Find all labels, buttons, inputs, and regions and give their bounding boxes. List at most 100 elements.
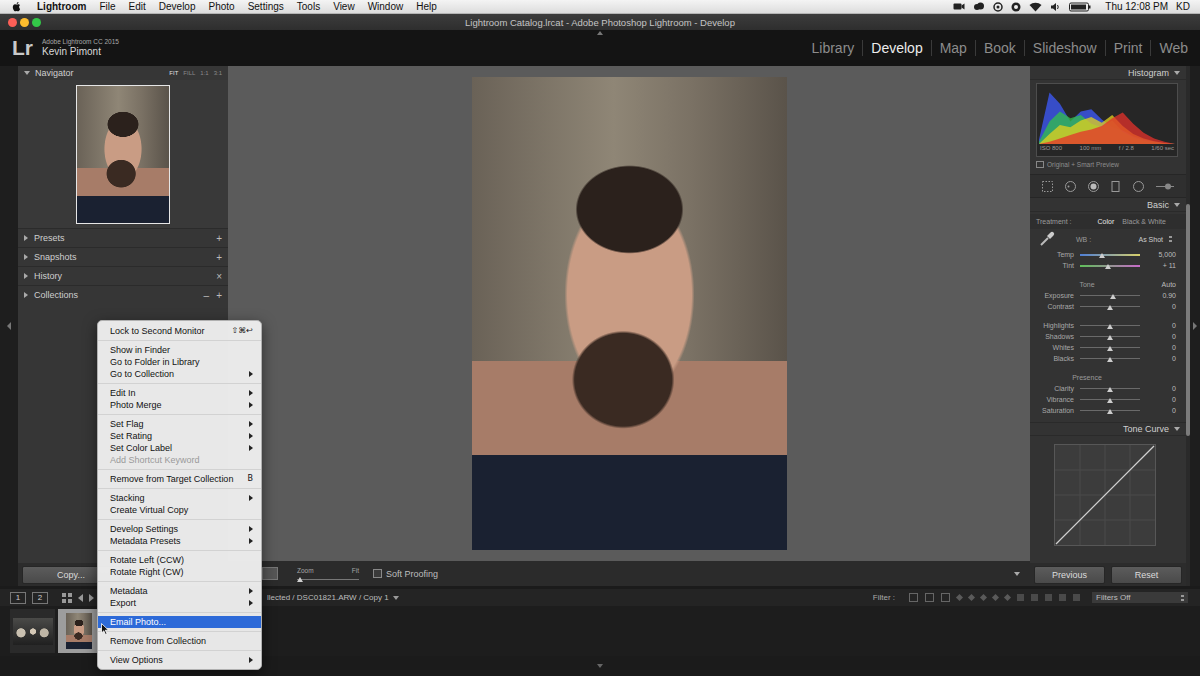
slider-value[interactable]: 0.90 — [1146, 292, 1176, 299]
module-tab[interactable]: Slideshow — [1024, 40, 1105, 56]
panel-section[interactable]: Snapshots+ — [18, 247, 228, 266]
star-filter-icon[interactable] — [980, 594, 987, 601]
star-filter-icon[interactable] — [992, 594, 999, 601]
slider-track[interactable] — [1080, 399, 1140, 400]
section-action[interactable]: – — [204, 290, 210, 301]
flag-filter-icon[interactable] — [941, 593, 950, 602]
zoom-option[interactable]: 3:1 — [214, 70, 222, 76]
context-menu-item[interactable]: Metadata Presets — [98, 535, 261, 547]
slider-value[interactable]: 0 — [1146, 322, 1176, 329]
tone-curve[interactable] — [1054, 444, 1156, 546]
slider-track[interactable] — [1080, 347, 1140, 348]
menu-item[interactable]: Edit — [129, 1, 146, 12]
soft-proofing-checkbox[interactable] — [373, 569, 382, 578]
sync-icon[interactable] — [993, 2, 1003, 12]
menu-item[interactable]: Window — [368, 1, 404, 12]
color-filter-icon[interactable] — [1045, 594, 1052, 601]
slider-value[interactable]: 0 — [1146, 396, 1176, 403]
volume-icon[interactable] — [1050, 2, 1061, 12]
navigator-header[interactable]: NavigatorFITFILL1:13:1 — [18, 66, 228, 80]
flag-filter-icon[interactable] — [925, 593, 934, 602]
section-action[interactable]: + — [216, 290, 222, 301]
flag-filter-icon[interactable] — [909, 593, 918, 602]
collapse-left-icon[interactable] — [7, 322, 11, 330]
module-tab[interactable]: Library — [804, 40, 863, 56]
module-tab[interactable]: Map — [931, 40, 975, 56]
source-path[interactable]: llected / DSC01821.ARW / Copy 1 — [267, 593, 399, 602]
slider-value[interactable]: 0 — [1146, 344, 1176, 351]
panel-section[interactable]: History× — [18, 266, 228, 285]
context-menu-item[interactable]: Go to Collection — [98, 368, 261, 380]
section-action[interactable]: + — [216, 233, 222, 244]
panel-section[interactable]: Collections–+ — [18, 285, 228, 304]
auto-button[interactable]: Auto — [1162, 281, 1186, 288]
filmstrip-cell[interactable] — [58, 609, 100, 653]
histogram-header[interactable]: Histogram — [1030, 66, 1186, 80]
graduated-filter-icon[interactable] — [1109, 180, 1122, 193]
menu-item[interactable]: File — [99, 1, 115, 12]
slider-knob[interactable] — [1107, 387, 1113, 392]
panel-button[interactable]: Previous — [1034, 566, 1105, 584]
menu-item[interactable]: Develop — [159, 1, 196, 12]
battery-icon[interactable] — [1069, 2, 1091, 12]
context-menu-item[interactable]: Metadata — [98, 585, 261, 597]
grid-icon[interactable] — [62, 593, 72, 603]
star-filter-icon[interactable] — [968, 594, 975, 601]
section-action[interactable]: + — [216, 252, 222, 263]
treatment-option[interactable]: Color — [1098, 218, 1115, 225]
basic-header[interactable]: Basic — [1030, 198, 1186, 212]
view-mode-button[interactable] — [262, 567, 278, 580]
collapse-right-icon[interactable] — [1193, 322, 1197, 330]
slider-track[interactable] — [1080, 410, 1140, 411]
toolbar-menu-icon[interactable] — [1014, 572, 1020, 576]
slider-track[interactable] — [1080, 325, 1140, 326]
slider-knob[interactable] — [1105, 264, 1111, 269]
zoom-slider[interactable] — [297, 579, 359, 580]
crop-icon[interactable] — [1041, 180, 1054, 193]
module-tab[interactable]: Web — [1150, 40, 1196, 56]
star-filter-icon[interactable] — [956, 594, 963, 601]
slider-track[interactable] — [1080, 358, 1140, 359]
context-menu-item[interactable]: Export — [98, 597, 261, 609]
clock[interactable]: Thu 12:08 PM — [1105, 1, 1168, 12]
photo[interactable] — [472, 77, 787, 550]
forward-arrow-icon[interactable] — [89, 594, 94, 602]
zoom-option[interactable]: 1:1 — [200, 70, 208, 76]
context-menu-item[interactable]: Develop Settings — [98, 523, 261, 535]
zoom-button[interactable] — [32, 18, 41, 27]
slider-track[interactable] — [1080, 295, 1140, 296]
slider-value[interactable]: 0 — [1146, 303, 1176, 310]
slider-knob[interactable] — [1107, 398, 1113, 403]
slider-knob[interactable] — [1107, 346, 1113, 351]
monitor-button[interactable]: 1 — [10, 592, 26, 604]
context-menu-item[interactable]: Lock to Second Monitor⇧⌘↩ — [98, 325, 261, 337]
record-icon[interactable] — [1011, 2, 1021, 12]
zoom-option[interactable]: FILL — [183, 70, 195, 76]
slider-value[interactable]: 0 — [1146, 407, 1176, 414]
collapse-bottom-icon[interactable] — [597, 664, 603, 668]
user-menu[interactable]: KD — [1176, 1, 1190, 12]
slider-value[interactable]: 0 — [1146, 385, 1176, 392]
section-action[interactable]: × — [216, 271, 222, 282]
soft-proofing[interactable]: Soft Proofing — [373, 569, 438, 579]
module-tab[interactable]: Develop — [862, 40, 930, 56]
slider-track[interactable] — [1080, 265, 1140, 267]
apple-icon[interactable] — [12, 1, 21, 12]
slider-value[interactable]: 0 — [1146, 333, 1176, 340]
slider-value[interactable]: 5,000 — [1146, 251, 1176, 258]
color-filter-icon[interactable] — [1017, 594, 1024, 601]
menu-item[interactable]: Tools — [297, 1, 320, 12]
eyedropper-icon[interactable] — [1038, 230, 1056, 248]
slider-value[interactable]: + 11 — [1146, 262, 1176, 269]
adjustment-brush-icon[interactable] — [1155, 180, 1175, 193]
context-menu-item[interactable]: Set Flag — [98, 418, 261, 430]
context-menu-item[interactable]: View Options — [98, 654, 261, 666]
navigator-preview[interactable] — [18, 80, 228, 228]
slider-track[interactable] — [1080, 388, 1140, 389]
tone-curve-header[interactable]: Tone Curve — [1030, 422, 1186, 436]
context-menu-item[interactable]: Show in Finder — [98, 344, 261, 356]
color-filter-icon[interactable] — [1073, 594, 1080, 601]
slider-knob[interactable] — [1107, 357, 1113, 362]
red-eye-icon[interactable] — [1087, 180, 1100, 193]
slider-value[interactable]: 0 — [1146, 355, 1176, 362]
